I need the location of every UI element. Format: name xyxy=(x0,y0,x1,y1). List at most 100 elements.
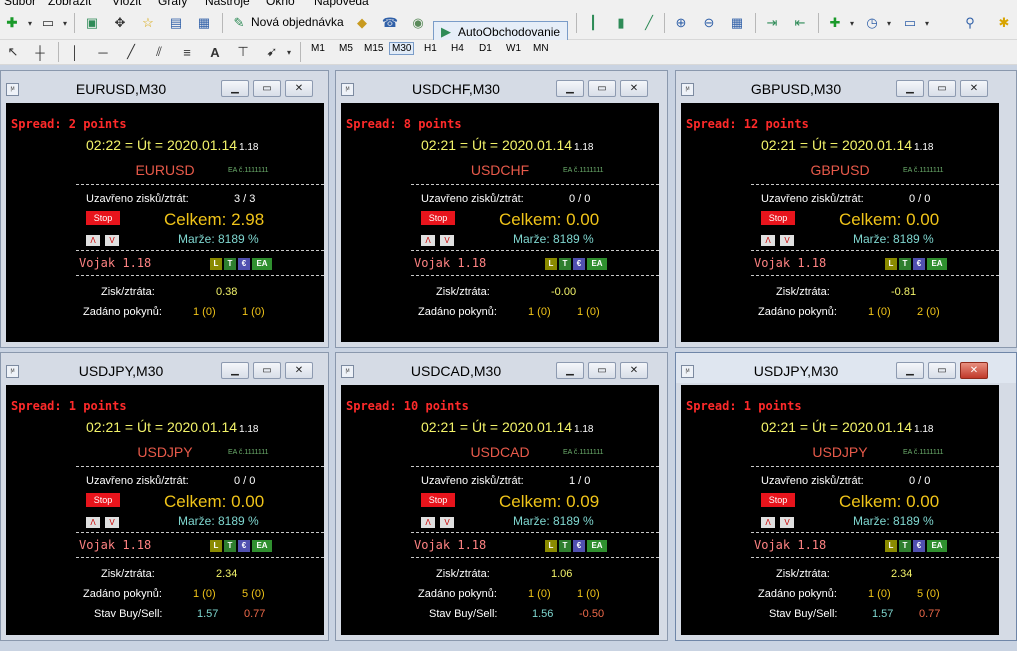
badge-ea[interactable]: EA xyxy=(927,258,947,270)
chart-window-6[interactable]: ϻ USDJPY,M30 ▁ ▭ ✕ Spread: 1 points 02:2… xyxy=(675,352,1017,641)
minimize-button[interactable]: ▁ xyxy=(556,362,584,379)
window-titlebar[interactable]: ϻ USDCAD,M30 ▁ ▭ ✕ xyxy=(336,353,667,383)
zoom-out-icon[interactable]: ⊖ xyxy=(699,13,719,33)
timeframe-m15[interactable]: M15 xyxy=(364,43,383,54)
badge-ea[interactable]: EA xyxy=(252,258,272,270)
menu-window[interactable]: Okno xyxy=(266,0,295,8)
badge-t[interactable]: T xyxy=(899,540,911,552)
maximize-button[interactable]: ▭ xyxy=(253,362,281,379)
sell-arrow-icon[interactable]: V xyxy=(440,235,454,246)
buy-arrow-icon[interactable]: Λ xyxy=(86,235,100,246)
chart-area[interactable]: Spread: 12 points 02:21 = Út = 2020.01.1… xyxy=(681,103,999,342)
templates-dropdown-icon[interactable]: ▾ xyxy=(917,13,937,33)
maximize-button[interactable]: ▭ xyxy=(588,80,616,97)
close-button[interactable]: ✕ xyxy=(620,80,648,97)
window-titlebar[interactable]: ϻ USDJPY,M30 ▁ ▭ ✕ xyxy=(1,353,328,383)
menu-insert[interactable]: Vložiť xyxy=(112,0,143,8)
menu-view[interactable]: Zobraziť xyxy=(48,0,93,8)
periods-dropdown-icon[interactable]: ▾ xyxy=(879,13,899,33)
text-tool-icon[interactable]: A xyxy=(205,42,225,62)
bar-chart-icon[interactable]: ┃ xyxy=(583,13,603,33)
chart-area[interactable]: Spread: 1 points 02:21 = Út = 2020.01.14… xyxy=(681,385,999,635)
badge-t[interactable]: T xyxy=(559,540,571,552)
strategy-tester-icon[interactable]: ▦ xyxy=(194,13,214,33)
arrows-dropdown-icon[interactable]: ▾ xyxy=(279,42,299,62)
timeframe-w1[interactable]: W1 xyxy=(506,43,521,54)
badge-euro[interactable]: € xyxy=(573,540,585,552)
chart-window-5[interactable]: ϻ USDCAD,M30 ▁ ▭ ✕ Spread: 10 points 02:… xyxy=(335,352,668,641)
cursor-icon[interactable]: ↖ xyxy=(3,42,23,62)
menu-charts[interactable]: Grafy xyxy=(158,0,187,8)
minimize-button[interactable]: ▁ xyxy=(556,80,584,97)
buy-arrow-icon[interactable]: Λ xyxy=(761,235,775,246)
buy-arrow-icon[interactable]: Λ xyxy=(761,517,775,528)
chart-window-1[interactable]: ϻ EURUSD,M30 ▁ ▭ ✕ Spread: 2 points 02:2… xyxy=(0,70,329,348)
close-button[interactable]: ✕ xyxy=(285,362,313,379)
sell-arrow-icon[interactable]: V xyxy=(440,517,454,528)
window-titlebar[interactable]: ϻ EURUSD,M30 ▁ ▭ ✕ xyxy=(1,71,328,101)
crosshair-icon[interactable]: ┼ xyxy=(30,42,50,62)
badge-t[interactable]: T xyxy=(559,258,571,270)
minimize-button[interactable]: ▁ xyxy=(896,362,924,379)
chart-area[interactable]: Spread: 2 points 02:22 = Út = 2020.01.14… xyxy=(6,103,324,342)
minimize-button[interactable]: ▁ xyxy=(896,80,924,97)
minimize-button[interactable]: ▁ xyxy=(221,362,249,379)
menu-tools[interactable]: Nástroje xyxy=(205,0,250,8)
window-titlebar[interactable]: ϻ USDCHF,M30 ▁ ▭ ✕ xyxy=(336,71,667,101)
buy-arrow-icon[interactable]: Λ xyxy=(421,235,435,246)
menu-file[interactable]: Súbor xyxy=(4,0,36,8)
timeframe-h4[interactable]: H4 xyxy=(451,43,464,54)
trendline-icon[interactable]: ╱ xyxy=(121,42,141,62)
minimize-button[interactable]: ▁ xyxy=(221,80,249,97)
chart-shift-icon[interactable]: ⇥ xyxy=(762,13,782,33)
stop-button[interactable]: Stop xyxy=(761,211,795,225)
badge-euro[interactable]: € xyxy=(913,540,925,552)
stop-button[interactable]: Stop xyxy=(421,211,455,225)
badge-l[interactable]: L xyxy=(210,540,222,552)
metaeditor-icon[interactable]: ◆ xyxy=(352,13,372,33)
buy-arrow-icon[interactable]: Λ xyxy=(86,517,100,528)
timeframe-m30[interactable]: M30 xyxy=(389,42,415,55)
badge-euro[interactable]: € xyxy=(913,258,925,270)
navigator-icon[interactable]: ☆ xyxy=(138,13,158,33)
menu-help[interactable]: Nápoveda xyxy=(314,0,369,8)
badge-ea[interactable]: EA xyxy=(252,540,272,552)
badge-t[interactable]: T xyxy=(224,258,236,270)
timeframe-m1[interactable]: M1 xyxy=(311,43,325,54)
sell-arrow-icon[interactable]: V xyxy=(105,517,119,528)
close-button[interactable]: ✕ xyxy=(960,80,988,97)
window-titlebar[interactable]: ϻ GBPUSD,M30 ▁ ▭ ✕ xyxy=(676,71,1016,101)
channel-icon[interactable]: ⫽ xyxy=(149,42,169,62)
badge-euro[interactable]: € xyxy=(573,258,585,270)
sell-arrow-icon[interactable]: V xyxy=(780,517,794,528)
timeframe-d1[interactable]: D1 xyxy=(479,43,492,54)
badge-l[interactable]: L xyxy=(545,540,557,552)
vertical-line-icon[interactable]: │ xyxy=(65,42,85,62)
chart-area[interactable]: Spread: 1 points 02:21 = Út = 2020.01.14… xyxy=(6,385,324,635)
badge-l[interactable]: L xyxy=(210,258,222,270)
badge-ea[interactable]: EA xyxy=(587,540,607,552)
stop-button[interactable]: Stop xyxy=(761,493,795,507)
community-icon[interactable]: ☎ xyxy=(380,13,400,33)
badge-t[interactable]: T xyxy=(899,258,911,270)
fibonacci-icon[interactable]: ≡ xyxy=(177,42,197,62)
search-icon[interactable]: ⚲ xyxy=(960,13,980,33)
maximize-button[interactable]: ▭ xyxy=(253,80,281,97)
timeframe-h1[interactable]: H1 xyxy=(424,43,437,54)
badge-l[interactable]: L xyxy=(545,258,557,270)
timeframe-mn[interactable]: MN xyxy=(533,43,549,54)
market-watch-icon[interactable]: ▣ xyxy=(82,13,102,33)
badge-t[interactable]: T xyxy=(224,540,236,552)
new-order-icon[interactable]: ✎ xyxy=(229,13,249,33)
window-titlebar[interactable]: ϻ USDJPY,M30 ▁ ▭ ✕ xyxy=(676,353,1016,383)
chart-area[interactable]: Spread: 8 points 02:21 = Út = 2020.01.14… xyxy=(341,103,659,342)
maximize-button[interactable]: ▭ xyxy=(928,362,956,379)
line-chart-icon[interactable]: ╱ xyxy=(639,13,659,33)
stop-button[interactable]: Stop xyxy=(86,211,120,225)
timeframe-m5[interactable]: M5 xyxy=(339,43,353,54)
badge-l[interactable]: L xyxy=(885,540,897,552)
badge-ea[interactable]: EA xyxy=(587,258,607,270)
close-button[interactable]: ✕ xyxy=(620,362,648,379)
new-chart-icon[interactable]: ✚ xyxy=(2,13,22,33)
help-icon[interactable]: ✱ xyxy=(994,13,1014,33)
